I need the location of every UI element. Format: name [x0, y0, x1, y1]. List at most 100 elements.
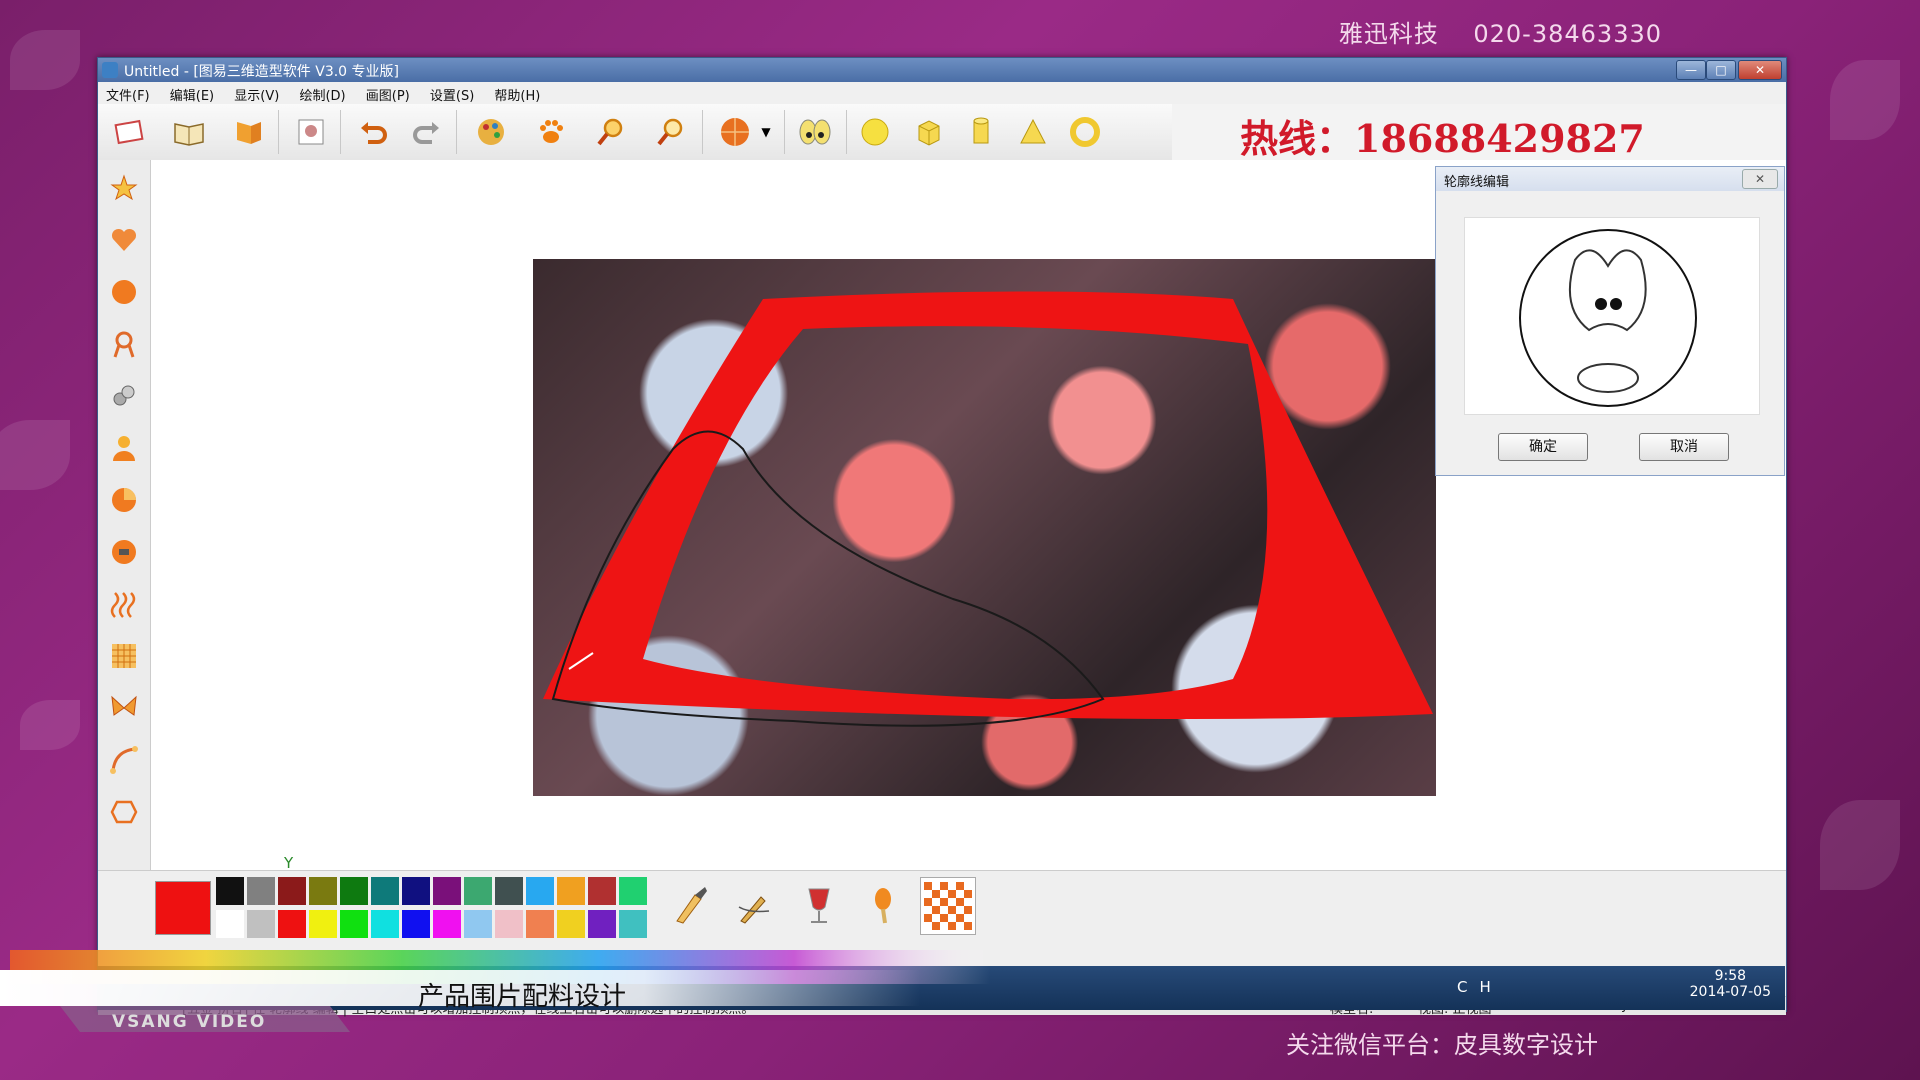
wave-icon[interactable] [105, 584, 143, 624]
color-swatch[interactable] [557, 877, 585, 905]
red-surface-panel [543, 291, 1433, 719]
dialog-close-button[interactable]: ✕ [1742, 169, 1778, 189]
maximize-button[interactable]: □ [1706, 60, 1736, 80]
cancel-button[interactable]: 取消 [1639, 433, 1729, 461]
color-swatch[interactable] [340, 910, 368, 938]
zoom-out-icon[interactable] [650, 112, 692, 152]
template-icon[interactable] [290, 112, 332, 152]
torch-icon[interactable] [856, 877, 910, 933]
cube-icon[interactable] [908, 112, 950, 152]
orange-ball-icon[interactable] [105, 272, 143, 312]
color-swatch[interactable] [216, 910, 244, 938]
ribbon-icon[interactable] [105, 324, 143, 364]
color-swatch[interactable] [371, 877, 399, 905]
checker-cell [924, 914, 932, 922]
title-bar[interactable]: Untitled - [图易三维造型软件 V3.0 专业版] — □ ✕ [98, 58, 1786, 82]
menu-draw[interactable]: 绘制(D) [291, 82, 353, 104]
color-swatch[interactable] [464, 910, 492, 938]
heart-icon[interactable] [105, 220, 143, 260]
button-icon[interactable] [105, 532, 143, 572]
left-toolbox [98, 160, 151, 870]
paw-icon[interactable] [530, 112, 572, 152]
color-swatch[interactable] [619, 877, 647, 905]
zoom-in-icon[interactable] [590, 112, 632, 152]
color-swatch[interactable] [495, 877, 523, 905]
lang-indicator[interactable]: CH [1457, 978, 1503, 996]
cone-icon[interactable] [1012, 112, 1054, 152]
outline-icon[interactable] [105, 792, 143, 832]
color-swatch[interactable] [278, 877, 306, 905]
toolbar-separator [702, 110, 703, 154]
checker-cell [956, 898, 964, 906]
checker-cell [964, 890, 972, 898]
color-swatch[interactable] [526, 877, 554, 905]
color-swatch[interactable] [464, 877, 492, 905]
grid-icon[interactable] [105, 636, 143, 676]
torus-icon[interactable] [1064, 112, 1106, 152]
ok-button[interactable]: 确定 [1498, 433, 1588, 461]
checker-cell [932, 922, 940, 930]
color-swatch[interactable] [247, 877, 275, 905]
person-icon[interactable] [105, 428, 143, 468]
menu-help[interactable]: 帮助(H) [486, 82, 548, 104]
color-swatch[interactable] [402, 877, 430, 905]
color-swatch[interactable] [526, 910, 554, 938]
checker-cell [940, 914, 948, 922]
color-swatch[interactable] [433, 877, 461, 905]
cylinder-icon[interactable] [960, 112, 1002, 152]
undo-icon[interactable] [352, 112, 394, 152]
color-swatch[interactable] [309, 877, 337, 905]
curve-icon[interactable] [105, 740, 143, 780]
current-color-swatch[interactable] [155, 881, 211, 935]
color-swatch[interactable] [557, 910, 585, 938]
open-book-icon[interactable] [168, 112, 210, 152]
decorative-leaf [10, 30, 80, 90]
decorative-leaf [1820, 800, 1900, 890]
face-eyes-shape [1568, 249, 1647, 332]
menu-file[interactable]: 文件(F) [98, 82, 158, 104]
checker-cell [932, 890, 940, 898]
color-swatch[interactable] [309, 910, 337, 938]
color-swatch[interactable] [402, 910, 430, 938]
checker-cell [964, 922, 972, 930]
color-swatch[interactable] [433, 910, 461, 938]
close-button[interactable]: ✕ [1738, 60, 1782, 80]
color-swatch[interactable] [278, 910, 306, 938]
pen-brush-icon[interactable] [728, 877, 782, 933]
floral-texture-viewport[interactable] [533, 259, 1436, 796]
menu-view[interactable]: 显示(V) [226, 82, 287, 104]
new-icon[interactable] [108, 112, 150, 152]
color-swatch[interactable] [216, 877, 244, 905]
color-swatch[interactable] [371, 910, 399, 938]
color-swatch[interactable] [495, 910, 523, 938]
clock[interactable]: 9:58 2014-07-05 [1690, 968, 1771, 1000]
menu-paint[interactable]: 画图(P) [358, 82, 418, 104]
sphere-render-icon[interactable] [714, 112, 756, 152]
menu-edit[interactable]: 编辑(E) [162, 82, 222, 104]
dropdown-arrow-icon[interactable]: ▼ [756, 112, 776, 152]
redo-icon[interactable] [406, 112, 448, 152]
minimize-button[interactable]: — [1676, 60, 1706, 80]
color-swatch[interactable] [619, 910, 647, 938]
eyes-icon[interactable] [794, 112, 836, 152]
palette-icon[interactable] [470, 112, 512, 152]
open-folder-icon[interactable] [228, 112, 270, 152]
pie-icon[interactable] [105, 480, 143, 520]
color-swatch[interactable] [247, 910, 275, 938]
color-swatch[interactable] [588, 877, 616, 905]
color-swatch[interactable] [340, 877, 368, 905]
chain-link-icon[interactable] [105, 376, 143, 416]
glass-icon[interactable] [792, 877, 846, 933]
menu-settings[interactable]: 设置(S) [422, 82, 482, 104]
model-surface[interactable] [533, 259, 1436, 796]
video-caption: 产品围片配料设计 [418, 982, 627, 1012]
sphere-icon[interactable] [854, 112, 896, 152]
brand-phone: 020-38463330 [1473, 20, 1662, 48]
butterfly-icon[interactable] [105, 688, 143, 728]
checker-pattern-icon[interactable] [920, 877, 976, 935]
outline-circle[interactable] [1519, 229, 1697, 407]
brush-icon[interactable] [664, 877, 718, 933]
outline-preview[interactable] [1464, 217, 1760, 415]
star-wand-icon[interactable] [105, 168, 143, 208]
color-swatch[interactable] [588, 910, 616, 938]
